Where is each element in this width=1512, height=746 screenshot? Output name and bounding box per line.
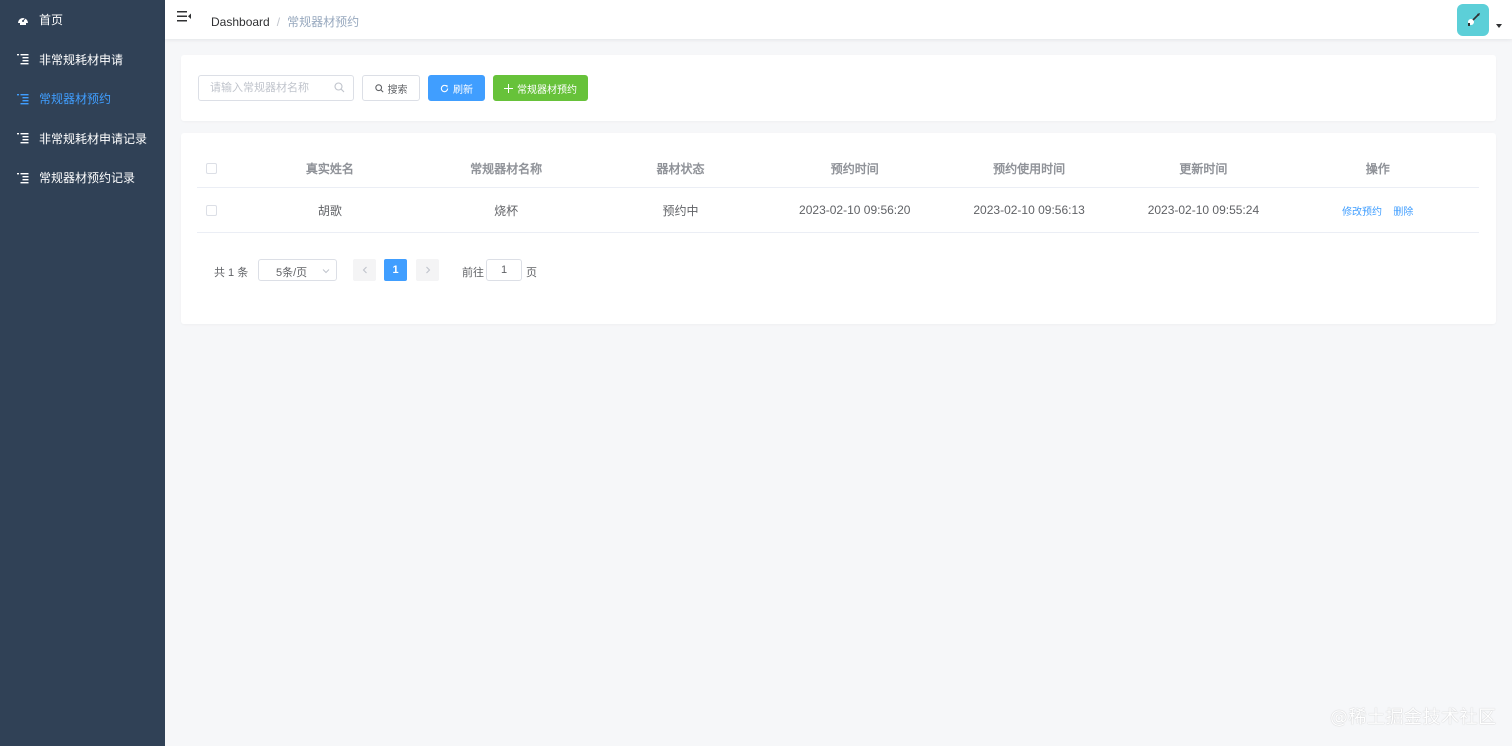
table-header-row: 真实姓名 常规器材名称 器材状态 预约时间 预约使用时间 更新时间 操作 bbox=[197, 149, 1479, 188]
page-unit-label: 页 bbox=[526, 267, 537, 279]
breadcrumb: Dashboard / 常规器材预约 bbox=[211, 13, 359, 30]
page-number-button[interactable]: 1 bbox=[384, 259, 407, 281]
delete-link[interactable]: 删除 bbox=[1393, 207, 1413, 218]
search-input[interactable] bbox=[199, 76, 329, 100]
chevron-left-icon bbox=[362, 266, 367, 274]
search-bar: 搜索 刷新 常规器材预约 bbox=[181, 55, 1496, 121]
chevron-down-icon bbox=[322, 266, 330, 278]
sidebar-item-label: 非常规耗材申请 bbox=[39, 52, 124, 67]
list-icon bbox=[16, 92, 30, 106]
cell-equipment: 烧杯 bbox=[494, 203, 519, 218]
list-icon bbox=[16, 52, 30, 66]
add-reservation-button[interactable]: 常规器材预约 bbox=[493, 75, 588, 101]
column-header: 更新时间 bbox=[1179, 161, 1228, 176]
watermark: @稀土掘金技术社区 bbox=[1330, 707, 1497, 728]
goto-page-wrapper bbox=[486, 259, 522, 281]
column-header: 真实姓名 bbox=[305, 161, 354, 176]
hamburger-icon[interactable] bbox=[177, 11, 193, 27]
select-all-checkbox[interactable] bbox=[206, 162, 218, 174]
avatar[interactable] bbox=[1457, 4, 1489, 36]
cell-reserve-time: 2023-02-10 09:56:20 bbox=[799, 203, 911, 217]
column-header: 器材状态 bbox=[656, 161, 705, 176]
sidebar-item-label: 首页 bbox=[39, 13, 64, 28]
sidebar: 首页 非常规耗材申请 常规器材预约 非常规耗材申请记录 常规器材预约记录 bbox=[0, 0, 165, 746]
search-button[interactable]: 搜索 bbox=[362, 75, 420, 101]
cell-name: 胡歌 bbox=[317, 203, 342, 218]
chevron-right-icon bbox=[425, 266, 430, 274]
search-button-label: 搜索 bbox=[387, 84, 408, 96]
breadcrumb-home[interactable]: Dashboard bbox=[211, 15, 270, 29]
row-select-cell bbox=[197, 204, 227, 216]
refresh-button-label: 刷新 bbox=[453, 84, 473, 96]
sidebar-item-nonstandard-apply[interactable]: 非常规耗材申请 bbox=[0, 40, 165, 80]
sidebar-item-home[interactable]: 首页 bbox=[0, 0, 165, 40]
column-header: 预约时间 bbox=[830, 161, 879, 176]
caret-down-icon[interactable] bbox=[1496, 24, 1502, 28]
navbar: Dashboard / 常规器材预约 bbox=[165, 0, 1512, 39]
page-size-value: 5条/页 bbox=[276, 267, 308, 279]
sidebar-item-label: 非常规耗材申请记录 bbox=[39, 131, 148, 146]
refresh-button[interactable]: 刷新 bbox=[428, 75, 485, 101]
add-reservation-button-label: 常规器材预约 bbox=[517, 84, 577, 96]
cell-status: 预约中 bbox=[662, 203, 699, 218]
column-header: 预约使用时间 bbox=[993, 161, 1066, 176]
dashboard-icon bbox=[16, 13, 30, 27]
plus-icon bbox=[504, 83, 513, 93]
list-icon bbox=[16, 131, 30, 145]
search-icon bbox=[374, 83, 384, 93]
column-header: 常规器材名称 bbox=[470, 161, 543, 176]
search-input-wrapper bbox=[198, 75, 354, 101]
pagination-total: 共 1 条 bbox=[214, 267, 249, 279]
prev-page-button[interactable] bbox=[353, 259, 376, 281]
cell-update-time: 2023-02-10 09:55:24 bbox=[1147, 203, 1260, 217]
edit-reservation-link[interactable]: 修改预约 bbox=[1342, 207, 1382, 218]
sidebar-item-standard-records[interactable]: 常规器材预约记录 bbox=[0, 158, 165, 198]
search-icon bbox=[334, 82, 346, 94]
next-page-button[interactable] bbox=[416, 259, 439, 281]
data-table: 真实姓名 常规器材名称 器材状态 预约时间 预约使用时间 更新时间 操作 胡歌 … bbox=[197, 149, 1479, 233]
sidebar-item-nonstandard-records[interactable]: 非常规耗材申请记录 bbox=[0, 119, 165, 159]
table-row: 胡歌 烧杯 预约中 2023-02-10 09:56:20 2023-02-10… bbox=[197, 188, 1479, 233]
pagination: 共 1 条 5条/页 1 前往 页 bbox=[214, 259, 714, 281]
sidebar-item-label: 常规器材预约记录 bbox=[39, 171, 136, 186]
cell-actions: 修改预约 删除 bbox=[1277, 203, 1479, 218]
column-header: 操作 bbox=[1365, 161, 1390, 176]
breadcrumb-current: 常规器材预约 bbox=[287, 15, 360, 29]
table-card: 真实姓名 常规器材名称 器材状态 预约时间 预约使用时间 更新时间 操作 胡歌 … bbox=[181, 133, 1496, 324]
list-icon bbox=[16, 171, 30, 185]
select-all-cell bbox=[197, 162, 227, 174]
refresh-icon bbox=[440, 84, 449, 93]
page-size-select[interactable]: 5条/页 bbox=[258, 259, 337, 281]
breadcrumb-separator: / bbox=[276, 14, 281, 29]
goto-label: 前往 bbox=[462, 267, 484, 279]
sidebar-item-label: 常规器材预约 bbox=[39, 92, 112, 107]
goto-page-input[interactable] bbox=[487, 260, 521, 280]
sidebar-item-standard-reserve[interactable]: 常规器材预约 bbox=[0, 79, 165, 119]
row-checkbox[interactable] bbox=[206, 204, 218, 216]
cell-use-time: 2023-02-10 09:56:13 bbox=[973, 203, 1085, 217]
